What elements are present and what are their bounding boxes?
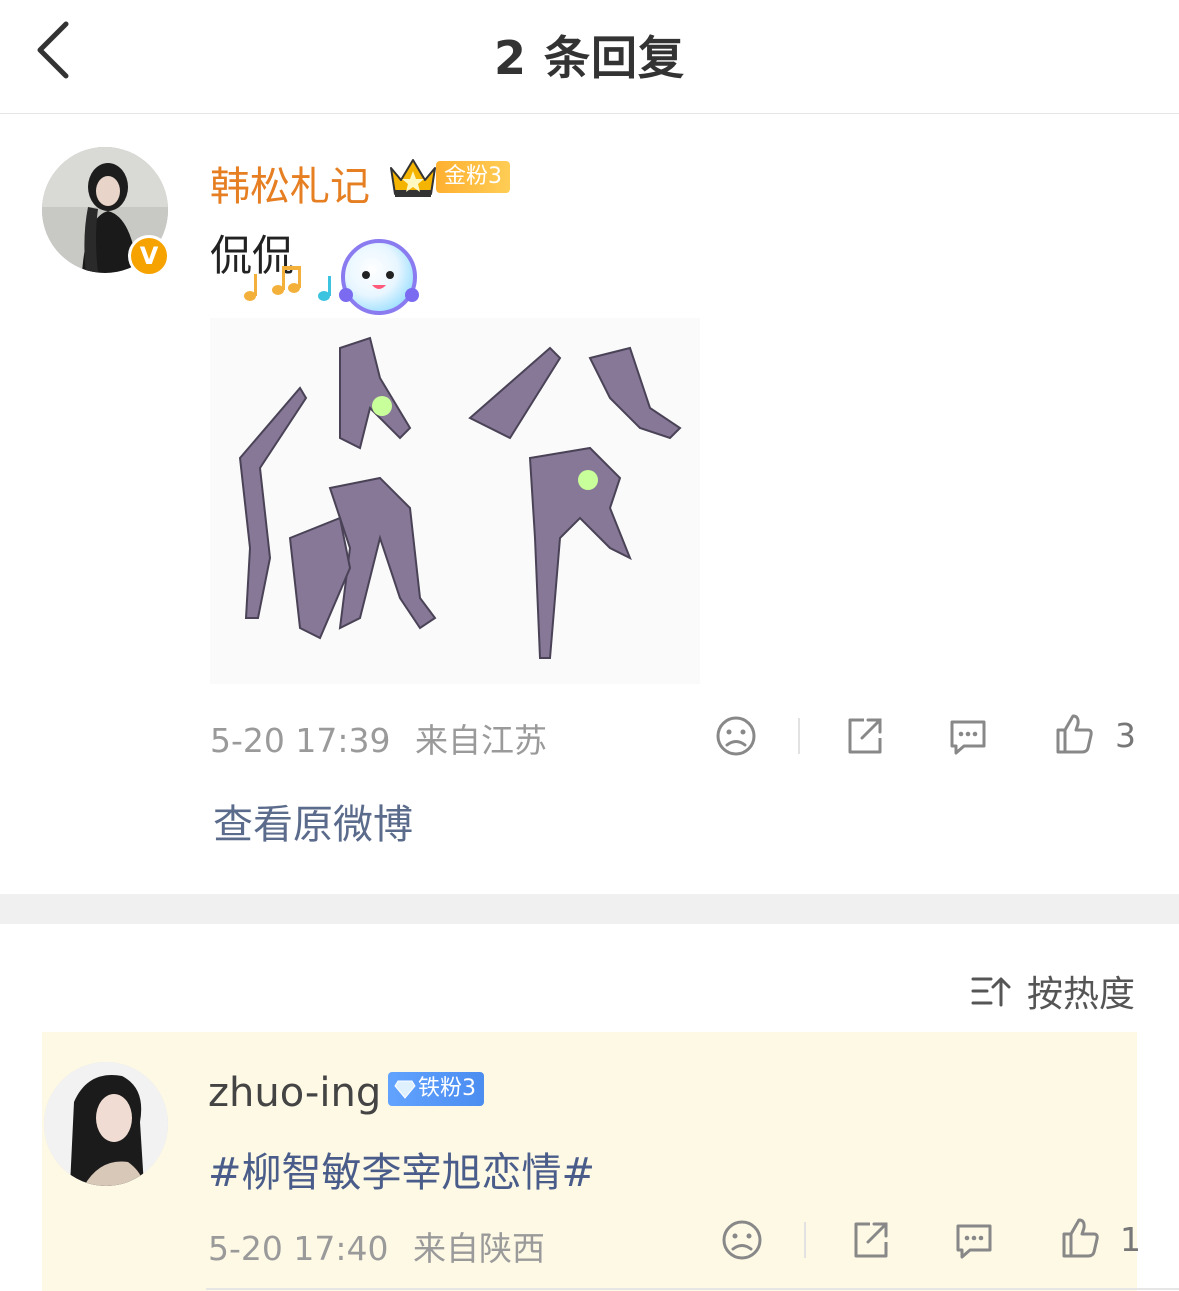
sort-by-hot-button[interactable]: 按热度 xyxy=(971,965,1135,1015)
action-divider xyxy=(804,1222,806,1258)
share-icon[interactable] xyxy=(848,1218,892,1262)
avatar-photo xyxy=(44,1062,168,1186)
comment-icon[interactable] xyxy=(946,714,990,758)
avatar[interactable] xyxy=(44,1062,168,1186)
sticker-image[interactable] xyxy=(210,318,700,684)
location: 来自江苏 xyxy=(415,721,547,760)
like-count: 1 xyxy=(1120,1220,1141,1259)
sort-icon xyxy=(971,977,1011,1007)
reply-item: zhuo-ing 铁粉3 #柳智敏李宰旭恋情# 5-20 17:40 来自陕西 … xyxy=(42,1032,1141,1291)
top-bar: 2 条回复 xyxy=(0,0,1179,114)
divider xyxy=(206,1288,1179,1290)
username[interactable]: 韩松札记 xyxy=(210,154,370,212)
dislike-face-icon[interactable] xyxy=(720,1218,764,1262)
verified-badge-icon: V xyxy=(128,235,170,277)
share-icon[interactable] xyxy=(842,714,886,758)
main-comment: V 韩松札记 金粉3 侃侃 5-20 17:39 来自江苏 3 查看原微博 xyxy=(0,114,1179,894)
fan-level-badge: 铁粉3 xyxy=(388,1072,484,1106)
section-divider xyxy=(0,894,1179,924)
page-title: 2 条回复 xyxy=(493,31,686,85)
diamond-icon xyxy=(394,1080,416,1099)
crown-icon xyxy=(390,159,436,197)
sort-label: 按热度 xyxy=(1026,974,1135,1015)
fan-level-badge: 金粉3 xyxy=(436,161,510,193)
view-original-link[interactable]: 查看原微博 xyxy=(213,792,413,850)
like-icon[interactable] xyxy=(1052,712,1096,756)
like-icon[interactable] xyxy=(1058,1216,1102,1260)
username[interactable]: zhuo-ing xyxy=(208,1070,381,1116)
location: 来自陕西 xyxy=(413,1229,545,1268)
bubble-emoji-icon xyxy=(339,239,419,315)
timestamp: 5-20 17:40 xyxy=(208,1229,389,1268)
timestamp: 5-20 17:39 xyxy=(210,721,391,760)
music-notes-icon xyxy=(244,266,331,301)
fan-badge-label: 铁粉3 xyxy=(418,1076,476,1101)
dislike-face-icon[interactable] xyxy=(714,714,758,758)
reply-meta: 5-20 17:40 来自陕西 xyxy=(208,1222,545,1270)
hashtag-link[interactable]: #柳智敏李宰旭恋情# xyxy=(208,1140,595,1198)
like-count: 3 xyxy=(1115,716,1136,755)
comment-meta: 5-20 17:39 来自江苏 xyxy=(210,714,547,762)
action-divider xyxy=(798,718,800,754)
sticker-artwork xyxy=(238,336,682,659)
comment-icon[interactable] xyxy=(952,1218,996,1262)
